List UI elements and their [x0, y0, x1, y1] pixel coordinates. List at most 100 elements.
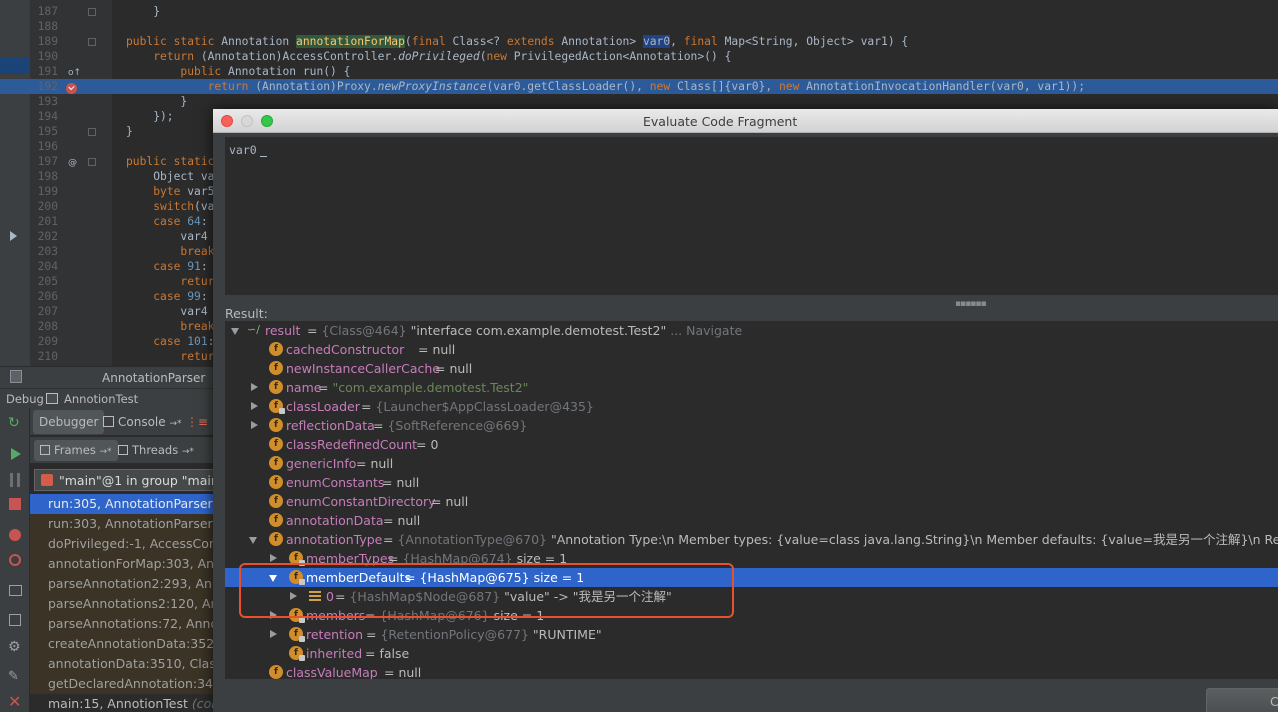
stop-icon[interactable]	[9, 498, 21, 510]
frame-item[interactable]: run:303, AnnotationParser	[30, 514, 213, 534]
field-icon: f	[269, 418, 283, 432]
tree-row-field[interactable]: f enumConstantDirectory = null	[225, 492, 1278, 511]
navigate-link[interactable]: ... Navigate	[666, 323, 742, 338]
line-number: 187	[37, 5, 58, 18]
code-text: var4	[126, 230, 208, 243]
splitter-grip[interactable]: ▪▪▪▪▪▪	[955, 299, 987, 309]
dialog-titlebar[interactable]: Evaluate Code Fragment	[213, 109, 1278, 133]
breadcrumb-file-label: AnnotationParser	[102, 371, 206, 385]
fold-toggle-icon[interactable]	[88, 128, 96, 136]
field-name: inherited	[306, 646, 363, 661]
line-number: 210	[37, 350, 58, 363]
text-cursor	[260, 156, 267, 157]
line-number: 206	[37, 290, 58, 303]
collapse-arrow-icon[interactable]	[249, 537, 257, 544]
fold-toggle-icon[interactable]	[88, 38, 96, 46]
field-value: "interface com.example.demotest.Test2"	[406, 323, 667, 338]
restore-layout-icon[interactable]	[9, 614, 21, 626]
mute-breakpoints-icon[interactable]	[9, 554, 21, 566]
debug-config-tab[interactable]: AnnotionTest	[64, 392, 138, 406]
frame-item[interactable]: parseAnnotation2:293, AnnotationParser	[30, 574, 213, 594]
expand-arrow-icon[interactable]	[270, 554, 277, 562]
rerun-icon[interactable]: ↻	[8, 416, 22, 430]
thread-selector[interactable]: "main"@1 in group "main": RUNNING	[34, 469, 292, 491]
frame-label: annotationData:3510, Class	[48, 656, 213, 671]
code-line-189: 189 public static Annotation annotationFo…	[0, 34, 1278, 49]
frames-list: run:305, AnnotationParser run:303, Annot…	[30, 494, 213, 712]
field-eq: =	[405, 570, 420, 585]
field-name: reflectionData	[286, 418, 375, 433]
fold-toggle-icon[interactable]	[88, 8, 96, 16]
tab-debugger[interactable]: Debugger	[33, 410, 105, 434]
frame-item[interactable]: doPrivileged:-1, AccessController	[30, 534, 213, 554]
field-value: size = 1	[489, 608, 545, 623]
tab-threads[interactable]: Threads →*	[112, 440, 200, 461]
fold-toggle-icon[interactable]	[88, 158, 96, 166]
tree-row-member-types[interactable]: f memberTypes = {HashMap@674} size = 1	[225, 549, 1278, 568]
window-close-icon[interactable]: ✕	[8, 694, 22, 710]
tab-frames[interactable]: Frames →*	[34, 440, 118, 461]
tab-console[interactable]: Console →*	[97, 410, 188, 434]
tree-row-field[interactable]: f annotationData = null	[225, 511, 1278, 530]
field-eq: =	[366, 627, 381, 642]
dialog-close-button[interactable]: C	[1206, 688, 1278, 712]
frame-item[interactable]: createAnnotationData:3521, Class	[30, 634, 213, 654]
dialog-title: Evaluate Code Fragment	[643, 114, 798, 129]
frames-threads-tabs: Frames →* Threads →*	[30, 437, 213, 464]
tree-row-field[interactable]: f enumConstants = null	[225, 473, 1278, 492]
tree-row-field[interactable]: f classRedefinedCount = 0	[225, 435, 1278, 454]
line-number: 203	[37, 245, 58, 258]
tree-row-inherited[interactable]: f inherited = false	[225, 644, 1278, 663]
code-text: public static	[126, 155, 215, 168]
frame-item[interactable]: main:15, AnnotionTest (com.example.demot…	[30, 694, 213, 712]
field-icon: f	[289, 646, 305, 661]
breakpoint-icon[interactable]	[66, 83, 77, 94]
code-fragment-input[interactable]: var0	[225, 137, 1278, 295]
tree-row-map-entry[interactable]: 0 = {HashMap$Node@687} "value" -> "我是另一个…	[225, 587, 1278, 606]
override-marker-icon[interactable]: o↑	[68, 68, 81, 78]
expand-arrow-icon[interactable]	[251, 402, 258, 410]
tree-row-annotation-type[interactable]: f annotationType = {AnnotationType@670} "…	[225, 530, 1278, 549]
resume-icon[interactable]	[11, 448, 21, 460]
tree-row-result[interactable]: ∽∕ result = {Class@464} "interface com.e…	[225, 321, 1278, 340]
frame-label: parseAnnotations:72, AnnotationParser	[48, 616, 213, 631]
expand-arrow-icon[interactable]	[251, 383, 258, 391]
tree-row-members[interactable]: f members = {HashMap@676} size = 1	[225, 606, 1278, 625]
view-breakpoints-icon[interactable]	[9, 529, 21, 541]
field-icon: f	[269, 437, 283, 451]
tree-row-field[interactable]: f genericInfo = null	[225, 454, 1278, 473]
camera-icon[interactable]	[9, 585, 22, 596]
tree-row-field[interactable]: f cachedConstructor = null	[225, 340, 1278, 359]
frame-item[interactable]: getDeclaredAnnotation:3458, Class	[30, 674, 213, 694]
tree-row-class-value-map[interactable]: f classValueMap = null	[225, 663, 1278, 679]
editor-breadcrumb[interactable]: AnnotationParser	[0, 366, 213, 388]
frame-item[interactable]: annotationData:3510, Class	[30, 654, 213, 674]
layout-icon[interactable]: ⋮≡	[180, 410, 214, 434]
expand-arrow-icon[interactable]	[270, 630, 277, 638]
tree-row-retention[interactable]: f retention = {RetentionPolicy@677} "RUNT…	[225, 625, 1278, 644]
field-name: memberDefaults	[306, 570, 411, 585]
collapse-arrow-icon[interactable]	[231, 328, 239, 335]
tree-row-field[interactable]: f name = "com.example.demotest.Test2"	[225, 378, 1278, 397]
tree-row-member-defaults[interactable]: f memberDefaults = {HashMap@675} size = 1	[225, 568, 1278, 587]
field-icon: f	[269, 342, 283, 356]
expand-arrow-icon[interactable]	[251, 421, 258, 429]
frame-item[interactable]: annotationForMap:303, AnnotationParser	[30, 554, 213, 574]
frame-item[interactable]: parseAnnotations2:120, AnnotationParser	[30, 594, 213, 614]
tree-row-field[interactable]: f newInstanceCallerCache = null	[225, 359, 1278, 378]
collapse-arrow-icon[interactable]	[269, 575, 277, 582]
tree-row-field[interactable]: f reflectionData = {SoftReference@669}	[225, 416, 1278, 435]
line-number: 188	[37, 20, 58, 33]
field-icon: f	[269, 513, 283, 527]
expand-arrow-icon[interactable]	[270, 611, 277, 619]
expand-arrow-icon[interactable]	[290, 592, 297, 600]
pin-icon[interactable]: ✎	[8, 670, 22, 684]
tree-row-field[interactable]: f classLoader = {Launcher$AppClassLoader@…	[225, 397, 1278, 416]
frame-item[interactable]: parseAnnotations:72, AnnotationParser	[30, 614, 213, 634]
evaluate-dialog: Evaluate Code Fragment var0 ▪▪▪▪▪▪ Resul…	[213, 109, 1278, 712]
tab-frames-label: Frames	[54, 443, 96, 457]
pause-icon[interactable]	[10, 473, 20, 487]
code-text: });	[126, 110, 174, 123]
frame-item[interactable]: run:305, AnnotationParser	[30, 494, 213, 514]
settings-icon[interactable]: ⚙	[8, 640, 22, 654]
